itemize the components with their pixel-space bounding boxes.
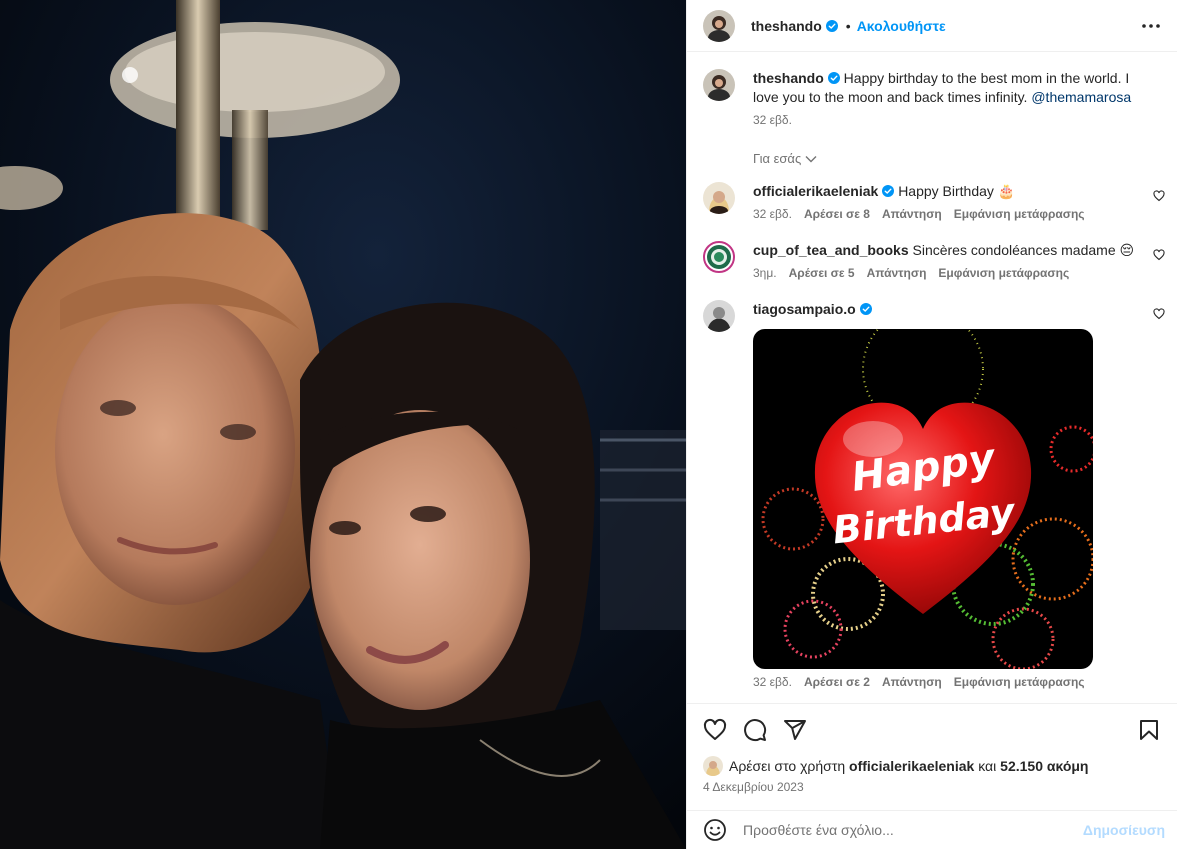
liker-avatar [703, 756, 723, 776]
comment-time[interactable]: 32 εβδ. [753, 207, 792, 221]
comment-likes-count[interactable]: Αρέσει σε 8 [804, 207, 870, 221]
post-caption: theshando Happy birthday to the best mom… [703, 69, 1165, 127]
more-icon [1142, 23, 1160, 28]
comment-avatar[interactable] [703, 300, 735, 332]
comment-item: officialerikaeleniak Happy Birthday 🎂 32… [703, 182, 1165, 221]
likes-conjunction: και [978, 758, 997, 774]
reply-button[interactable]: Απάντηση [882, 207, 942, 221]
reply-button[interactable]: Απάντηση [882, 675, 942, 689]
comment-like-heart-icon[interactable] [1153, 308, 1165, 320]
separator-dot: • [845, 17, 851, 34]
author-avatar[interactable] [703, 9, 735, 42]
verified-icon [827, 72, 840, 84]
caption-mention-link[interactable]: @themamarosa [1031, 89, 1131, 105]
comment-like-heart-icon[interactable] [1153, 190, 1165, 202]
post-date[interactable]: 4 Δεκεμβρίου 2023 [687, 776, 1177, 794]
comments-list[interactable]: theshando Happy birthday to the best mom… [687, 53, 1177, 703]
comment-time[interactable]: 3ημ. [753, 266, 777, 280]
verified-icon [859, 303, 872, 315]
verified-icon [882, 185, 895, 197]
heart-icon[interactable] [703, 718, 727, 742]
comment-likes-count[interactable]: Αρέσει σε 2 [804, 675, 870, 689]
post-photo[interactable] [0, 0, 686, 849]
for-you-sort-dropdown[interactable]: Για εσάς [753, 151, 817, 166]
author-username[interactable]: theshando [751, 18, 822, 34]
birthday-gif-image: Happy Birthday [753, 329, 1093, 669]
comment-username[interactable]: cup_of_tea_and_books [753, 242, 909, 258]
comment-avatar[interactable] [703, 182, 735, 214]
see-translation-button[interactable]: Εμφάνιση μετάφρασης [954, 207, 1085, 221]
post-header: theshando • Ακολουθήστε [687, 0, 1177, 52]
verified-icon [825, 19, 838, 32]
for-you-label: Για εσάς [753, 151, 802, 166]
comment-username[interactable]: tiagosampaio.o [753, 301, 856, 317]
post-photo-image [0, 0, 686, 849]
likes-others-count[interactable]: 52.150 ακόμη [1000, 758, 1088, 774]
comment-item: cup_of_tea_and_books Sincères condoléanc… [703, 241, 1165, 280]
reply-button[interactable]: Απάντηση [867, 266, 927, 280]
caption-avatar[interactable] [703, 69, 735, 101]
comment-icon[interactable] [743, 718, 767, 742]
birthday-gif[interactable]: Happy Birthday [753, 329, 1093, 669]
bookmark-icon[interactable] [1137, 718, 1161, 742]
liker-username[interactable]: officialerikaeleniak [849, 758, 974, 774]
emoji-icon[interactable] [703, 818, 727, 842]
see-translation-button[interactable]: Εμφάνιση μετάφρασης [954, 675, 1085, 689]
post-actions: Αρέσει στο χρήστη officialerikaeleniak κ… [687, 703, 1177, 794]
chevron-down-icon [805, 155, 817, 162]
see-translation-button[interactable]: Εμφάνιση μετάφρασης [938, 266, 1069, 280]
comment-item: tiagosampaio.o Happy Birthday 32 εβδ. Αρ… [703, 300, 1165, 689]
comment-text: Sincères condoléances madame 😔 [912, 242, 1135, 258]
likes-prefix: Αρέσει στο χρήστη [729, 758, 846, 774]
caption-time[interactable]: 32 εβδ. [753, 113, 792, 127]
comment-input[interactable] [743, 822, 1083, 838]
comment-time[interactable]: 32 εβδ. [753, 675, 792, 689]
post-side-panel: theshando • Ακολουθήστε theshando Happy … [686, 0, 1177, 849]
likes-summary[interactable]: Αρέσει στο χρήστη officialerikaeleniak κ… [687, 756, 1177, 776]
caption-username[interactable]: theshando [753, 70, 824, 86]
comment-like-heart-icon[interactable] [1153, 249, 1165, 261]
post-comment-button[interactable]: Δημοσίευση [1083, 822, 1165, 838]
share-icon[interactable] [783, 718, 807, 742]
add-comment-bar: Δημοσίευση [687, 810, 1177, 849]
comment-text: Happy Birthday 🎂 [898, 183, 1016, 199]
comment-likes-count[interactable]: Αρέσει σε 5 [789, 266, 855, 280]
comment-username[interactable]: officialerikaeleniak [753, 183, 878, 199]
comment-avatar[interactable] [703, 241, 735, 273]
more-options-button[interactable] [1139, 14, 1163, 38]
follow-button[interactable]: Ακολουθήστε [857, 18, 946, 34]
